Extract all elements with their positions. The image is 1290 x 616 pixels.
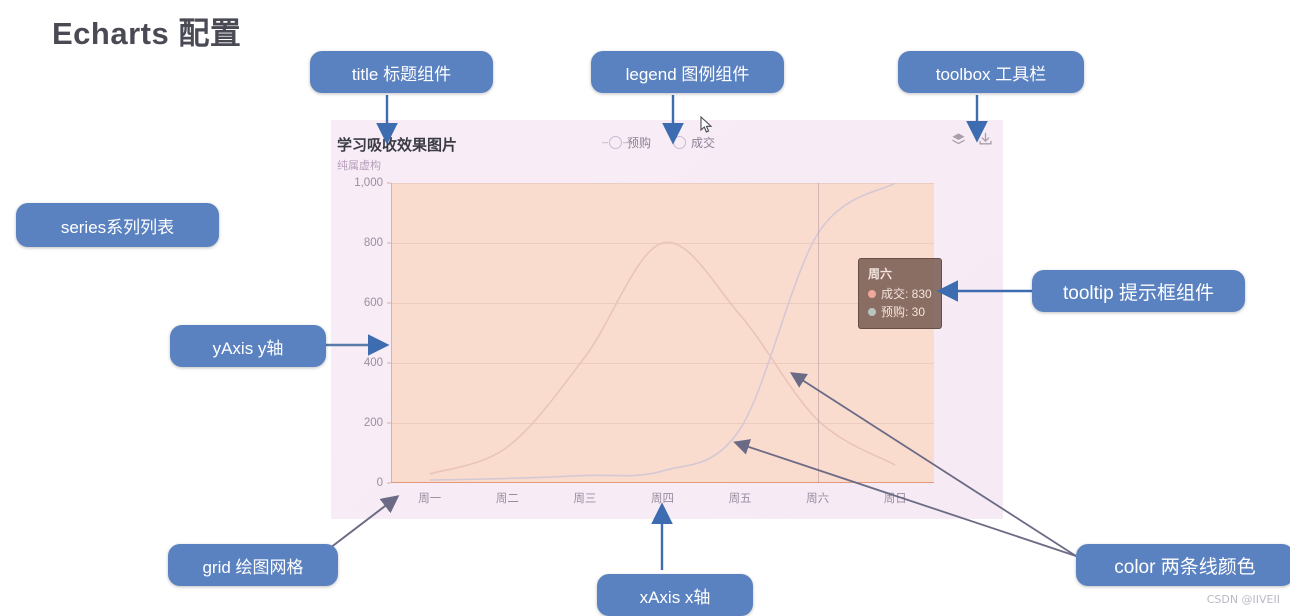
callout-xaxis[interactable]: xAxis x轴 bbox=[597, 574, 753, 616]
legend-marker-icon bbox=[673, 136, 687, 149]
tooltip-row-text: 成交: 830 bbox=[881, 287, 932, 301]
y-axis-tick-label: 800 bbox=[363, 237, 383, 249]
page-title: Echarts 配置 bbox=[52, 16, 242, 51]
y-axis-tick-label: 0 bbox=[376, 477, 383, 489]
x-axis-tick-label[interactable]: 周二 bbox=[496, 490, 519, 506]
stack-box-icon[interactable] bbox=[951, 132, 966, 152]
x-axis-tick-label[interactable]: 周日 bbox=[884, 490, 907, 506]
tooltip-marker-icon bbox=[868, 308, 876, 316]
callout-legend[interactable]: legend 图例组件 bbox=[591, 51, 784, 93]
echarts-chart-panel[interactable]: 学习吸收效果图片 纯属虚构 预购 成交 0 200 400 600 800 1,… bbox=[331, 120, 1003, 519]
callout-title[interactable]: title 标题组件 bbox=[310, 51, 493, 93]
x-axis-tick-label[interactable]: 周一 bbox=[418, 490, 441, 506]
mouse-cursor-icon bbox=[700, 115, 713, 139]
chart-toolbox[interactable] bbox=[951, 132, 993, 152]
tooltip-row-yugou: 预购: 30 bbox=[868, 303, 932, 321]
x-axis-tick-label[interactable]: 周三 bbox=[573, 490, 596, 506]
legend-label: 预购 bbox=[627, 136, 652, 150]
x-axis-tick-label[interactable]: 周四 bbox=[651, 490, 674, 506]
axis-pointer-line bbox=[817, 183, 819, 483]
y-axis-tick-label: 400 bbox=[363, 357, 383, 369]
tooltip-marker-icon bbox=[868, 290, 876, 298]
series-line-chengjiao bbox=[429, 241, 896, 475]
watermark: CSDN @IIVEII bbox=[1206, 593, 1280, 606]
x-axis-tick-label[interactable]: 周六 bbox=[806, 490, 829, 506]
callout-series[interactable]: series系列列表 bbox=[16, 203, 219, 247]
callout-toolbox[interactable]: toolbox 工具栏 bbox=[898, 51, 1084, 93]
download-icon[interactable] bbox=[978, 132, 993, 152]
callout-yaxis[interactable]: yAxis y轴 bbox=[170, 325, 326, 367]
x-axis-tick-label[interactable]: 周五 bbox=[729, 490, 752, 506]
chart-series-layer bbox=[429, 183, 896, 481]
chart-title: 学习吸收效果图片 bbox=[337, 137, 458, 154]
legend-item-yugou[interactable]: 预购 bbox=[609, 134, 651, 151]
tooltip-row-chengjiao: 成交: 830 bbox=[868, 285, 932, 303]
y-axis-tick-label: 200 bbox=[363, 417, 383, 429]
series-line-yugou bbox=[429, 183, 896, 481]
callout-tooltip[interactable]: tooltip 提示框组件 bbox=[1032, 270, 1245, 312]
callout-color[interactable]: color 两条线颜色 bbox=[1076, 544, 1290, 586]
chart-plot-area[interactable]: 0 200 400 600 800 1,000 周一 周二 周三 周四 周五 周六 周日 bbox=[354, 177, 934, 505]
y-axis-tick-label: 1,000 bbox=[354, 177, 383, 189]
chart-tooltip: 周六 成交: 830 预购: 30 bbox=[858, 258, 942, 329]
callout-grid[interactable]: grid 绘图网格 bbox=[168, 544, 338, 586]
y-axis-tick-label: 600 bbox=[363, 297, 383, 309]
chart-subtitle: 纯属虚构 bbox=[337, 160, 381, 172]
tooltip-row-text: 预购: 30 bbox=[881, 305, 926, 319]
tooltip-title: 周六 bbox=[868, 267, 893, 281]
legend-marker-icon bbox=[609, 136, 622, 149]
